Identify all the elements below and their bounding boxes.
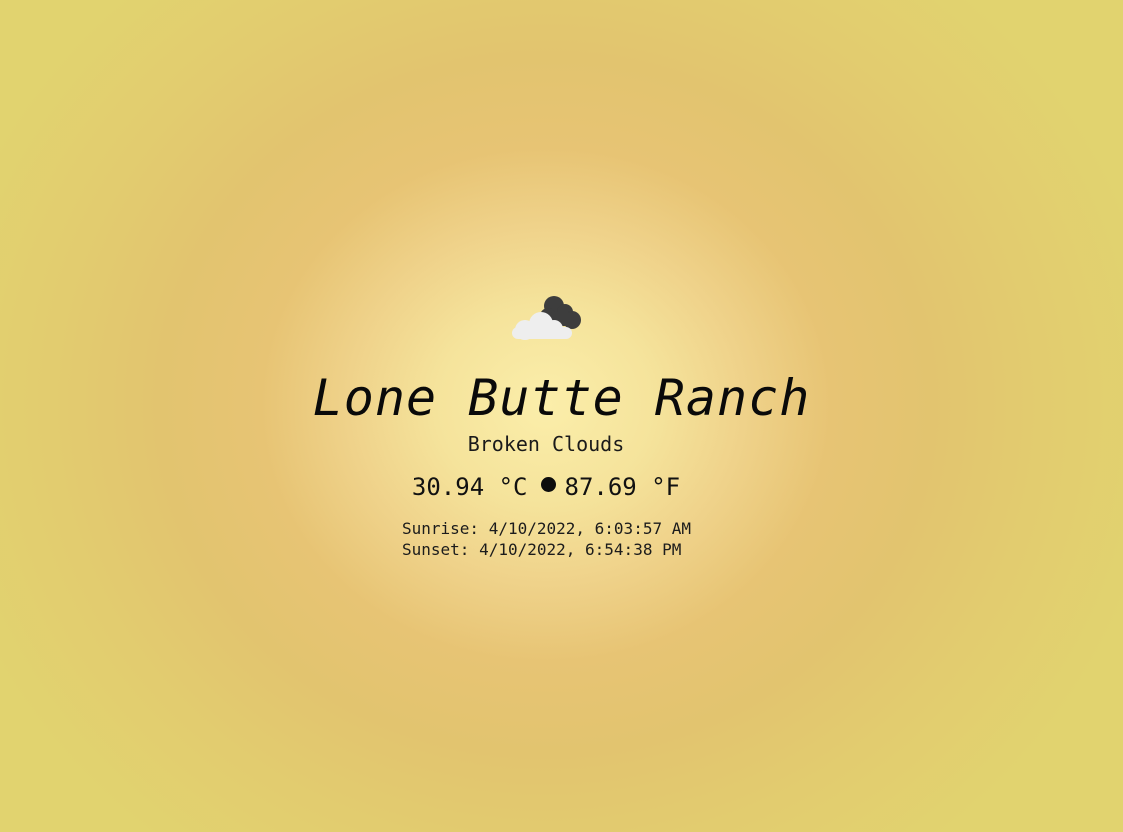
broken-clouds-icon [506,290,586,346]
sun-times: Sunrise: 4/10/2022, 6:03:57 AM Sunset: 4… [402,518,691,560]
temperature-celsius: 30.94 °C [411,473,528,501]
temperature-row: 30.94 °C 87.69 °F [0,472,1092,502]
sunset-time: Sunset: 4/10/2022, 6:54:38 PM [402,540,682,559]
city-name: Lone Butte Ranch [312,369,811,427]
separator-dot [540,477,556,492]
temperature-fahrenheit: 87.69 °F [564,473,681,501]
weather-card: Lone Butte Ranch Broken Clouds 30.94 °C 8… [0,0,1123,832]
weather-description: Broken Clouds [467,432,625,456]
sunrise-time: Sunrise: 4/10/2022, 6:03:57 AM [402,519,691,538]
